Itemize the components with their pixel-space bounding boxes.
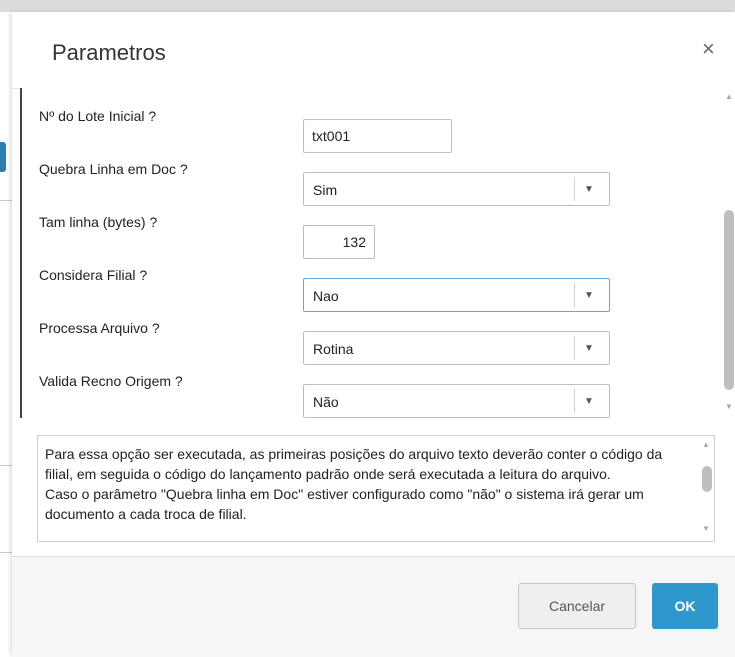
processa-arquivo-select[interactable]: Rotina ▼ — [303, 331, 610, 365]
param-row-lote-inicial: Nº do Lote Inicial ? txt001 — [22, 108, 712, 153]
select-divider — [574, 283, 575, 307]
background-app-edge — [0, 12, 12, 656]
background-divider — [0, 552, 12, 553]
param-row-valida-recno: Valida Recno Origem ? Não ▼ — [22, 373, 712, 418]
select-divider — [574, 177, 575, 201]
select-value: Sim — [313, 182, 338, 198]
scrollbar-thumb[interactable] — [702, 466, 712, 492]
background-blue-tab — [0, 142, 6, 172]
select-divider — [574, 389, 575, 413]
param-label: Processa Arquivo ? — [39, 320, 160, 336]
valida-recno-select[interactable]: Não ▼ — [303, 384, 610, 418]
dialog-title-bar: Parametros × — [12, 12, 735, 89]
ok-button[interactable]: OK — [652, 583, 718, 629]
dropdown-arrow-icon[interactable]: ▼ — [584, 279, 594, 313]
param-label: Valida Recno Origem ? — [39, 373, 183, 389]
param-label: Quebra Linha em Doc ? — [39, 161, 188, 177]
dialog-title: Parametros — [52, 40, 166, 65]
parameters-panel: Nº do Lote Inicial ? txt001 Quebra Linha… — [20, 88, 735, 418]
background-divider — [0, 200, 12, 201]
param-row-quebra-linha: Quebra Linha em Doc ? Sim ▼ — [22, 161, 712, 206]
background-app-header — [0, 0, 735, 12]
param-label: Considera Filial ? — [39, 267, 148, 283]
scroll-up-icon[interactable]: ▲ — [725, 92, 733, 101]
close-icon[interactable]: × — [702, 38, 715, 60]
cancel-button[interactable]: Cancelar — [518, 583, 636, 629]
param-row-processa-arquivo: Processa Arquivo ? Rotina ▼ — [22, 320, 712, 365]
dropdown-arrow-icon[interactable]: ▼ — [584, 385, 594, 418]
select-value: Nao — [313, 288, 339, 304]
quebra-linha-select[interactable]: Sim ▼ — [303, 172, 610, 206]
dropdown-arrow-icon[interactable]: ▼ — [584, 173, 594, 207]
parameters-scrollbar[interactable]: ▲ ▼ — [720, 88, 735, 418]
dialog-footer: Cancelar OK — [12, 556, 735, 657]
dropdown-arrow-icon[interactable]: ▼ — [584, 332, 594, 366]
background-divider — [0, 465, 12, 466]
help-scrollbar[interactable]: ▲ ▼ — [698, 436, 714, 541]
select-divider — [574, 336, 575, 360]
select-value: Rotina — [313, 341, 354, 357]
param-row-considera-filial: Considera Filial ? Nao ▼ — [22, 267, 712, 312]
tam-linha-input[interactable]: 132 — [303, 225, 375, 259]
considera-filial-select[interactable]: Nao ▼ — [303, 278, 610, 312]
scroll-down-icon[interactable]: ▼ — [725, 402, 733, 411]
parametros-dialog: Parametros × Nº do Lote Inicial ? txt001… — [12, 12, 735, 657]
lote-inicial-input[interactable]: txt001 — [303, 119, 452, 153]
param-row-tam-linha: Tam linha (bytes) ? 132 — [22, 214, 712, 259]
select-value: Não — [313, 394, 339, 410]
param-label: Nº do Lote Inicial ? — [39, 108, 157, 124]
scrollbar-thumb[interactable] — [724, 210, 734, 390]
help-text: Para essa opção ser executada, as primei… — [45, 446, 663, 522]
param-label: Tam linha (bytes) ? — [39, 214, 158, 230]
help-textbox[interactable]: Para essa opção ser executada, as primei… — [37, 435, 715, 542]
scroll-up-icon[interactable]: ▲ — [702, 440, 710, 449]
scroll-down-icon[interactable]: ▼ — [702, 524, 710, 533]
